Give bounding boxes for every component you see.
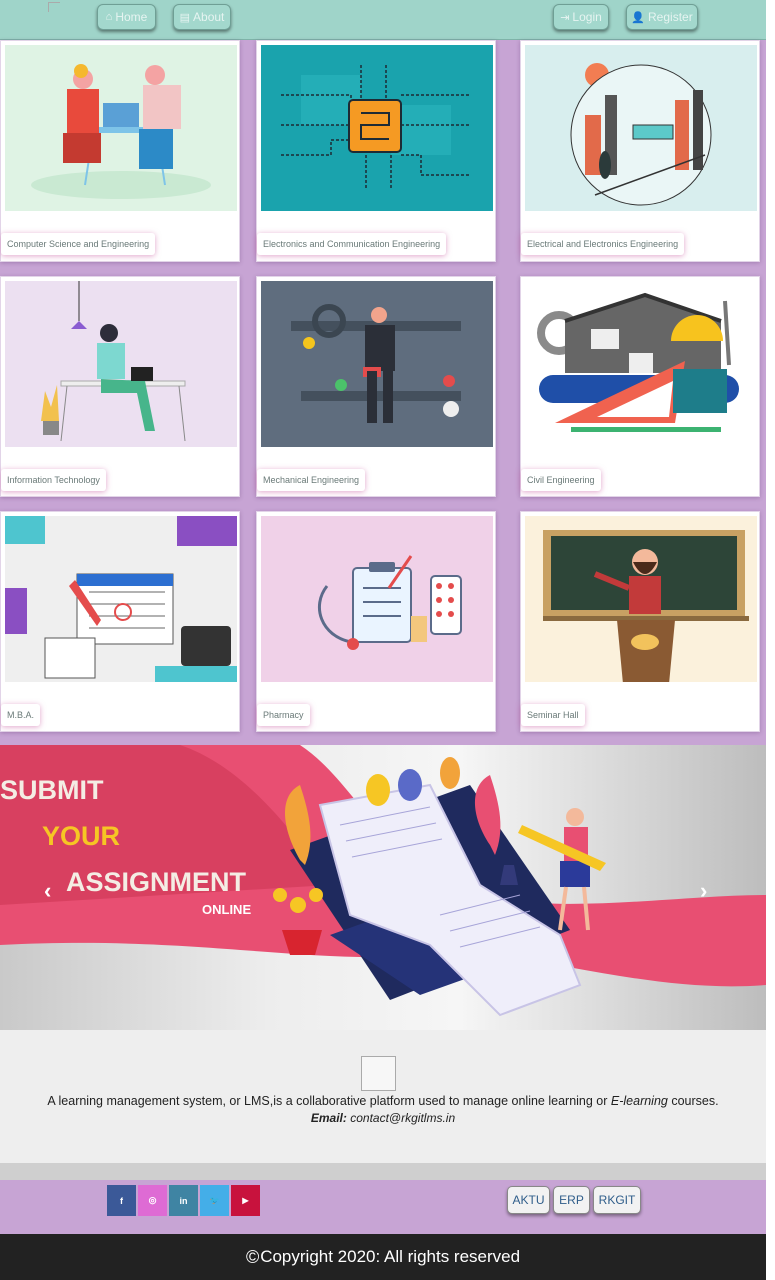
rkgit-link-button[interactable]: RKGIT: [593, 1186, 641, 1214]
brand-logo-broken-image[interactable]: [48, 2, 60, 12]
login-icon: ⇥: [560, 11, 570, 24]
list-icon: ▤: [179, 11, 191, 24]
course-label[interactable]: M.B.A.: [1, 704, 41, 726]
slide-heading-line2: YOUR: [42, 821, 121, 851]
twitter-icon[interactable]: 🐦: [200, 1185, 229, 1216]
email-label: Email:: [310, 1111, 347, 1125]
lms-description: A learning management system, or LMS,is …: [0, 1094, 766, 1108]
course-label[interactable]: Electrical and Electronics Engineering: [521, 233, 685, 255]
youtube-icon[interactable]: ▶: [231, 1185, 260, 1216]
linkedin-icon[interactable]: in: [169, 1185, 198, 1216]
course-card-seminar-hall[interactable]: Seminar Hall: [520, 511, 760, 732]
register-button[interactable]: 👤 Register: [626, 4, 698, 30]
instagram-icon[interactable]: ◎: [138, 1185, 167, 1216]
course-label[interactable]: Civil Engineering: [521, 469, 601, 491]
course-card-ece[interactable]: Electronics and Communication Engineerin…: [256, 40, 496, 262]
course-label[interactable]: Information Technology: [1, 469, 106, 491]
course-label[interactable]: Electronics and Communication Engineerin…: [257, 233, 447, 255]
civil-illustration: [525, 281, 757, 447]
carousel-prev-icon[interactable]: ‹: [44, 878, 51, 904]
copyright-bar: © Copyright 2020: All rights reserved: [0, 1234, 766, 1280]
description-text: A learning management system, or LMS,is …: [47, 1094, 611, 1108]
facebook-icon[interactable]: f: [107, 1185, 136, 1216]
description-suffix: courses.: [667, 1094, 719, 1108]
erp-link-button[interactable]: ERP: [553, 1186, 590, 1214]
course-card-eee[interactable]: Electrical and Electronics Engineering: [520, 40, 760, 262]
slide-heading-line3: ASSIGNMENT: [66, 867, 247, 897]
cse-illustration: [5, 45, 237, 211]
home-label: Home: [115, 10, 148, 24]
carousel-next-icon[interactable]: ›: [700, 878, 707, 904]
description-emphasis: E-learning: [610, 1094, 668, 1108]
pharmacy-illustration: [261, 516, 493, 682]
mba-illustration: [5, 516, 237, 682]
login-label: Login: [572, 10, 602, 24]
footer-logo-broken-image: [361, 1056, 396, 1091]
page-right-margin: [766, 0, 775, 1280]
aktu-link-button[interactable]: AKTU: [507, 1186, 550, 1214]
login-button[interactable]: ⇥ Login: [553, 4, 609, 30]
course-card-it[interactable]: Information Technology: [0, 276, 240, 497]
course-label[interactable]: Seminar Hall: [521, 704, 585, 726]
footer-info: A learning management system, or LMS,is …: [0, 1030, 766, 1163]
register-label: Register: [648, 10, 693, 24]
about-button[interactable]: ▤ About: [173, 4, 231, 30]
user-icon: 👤: [631, 11, 646, 24]
about-label: About: [193, 10, 225, 24]
navbar: ⌂ Home ▤ About ⇥ Login 👤 Register: [0, 0, 766, 40]
eee-illustration: [525, 45, 757, 211]
course-label[interactable]: Computer Science and Engineering: [1, 233, 156, 255]
seminar-hall-illustration: [525, 516, 757, 682]
slide-heading-line4: ONLINE: [202, 902, 252, 917]
course-card-mba[interactable]: M.B.A.: [0, 511, 240, 732]
home-icon: ⌂: [105, 11, 113, 23]
contact-email-line: Email: contact@rkgitlms.in: [0, 1111, 766, 1125]
email-address[interactable]: contact@rkgitlms.in: [350, 1111, 455, 1125]
course-label[interactable]: Mechanical Engineering: [257, 469, 366, 491]
slide-heading-line1: SUBMIT: [0, 775, 104, 805]
it-illustration: [5, 281, 237, 447]
course-card-pharmacy[interactable]: Pharmacy: [256, 511, 496, 732]
course-card-me[interactable]: Mechanical Engineering: [256, 276, 496, 497]
copyright-icon: ©: [245, 1246, 260, 1267]
course-card-cse[interactable]: Computer Science and Engineering: [0, 40, 240, 262]
me-illustration: [261, 281, 493, 447]
course-card-civil[interactable]: Civil Engineering: [520, 276, 760, 497]
copyright-text: Copyright 2020: All rights reserved: [260, 1247, 521, 1266]
footer-divider: [0, 1163, 766, 1180]
ece-illustration: [261, 45, 493, 211]
course-label[interactable]: Pharmacy: [257, 704, 310, 726]
assignment-carousel[interactable]: SUBMIT YOUR ASSIGNMENT ONLINE: [0, 745, 766, 1030]
home-button[interactable]: ⌂ Home: [97, 4, 156, 30]
